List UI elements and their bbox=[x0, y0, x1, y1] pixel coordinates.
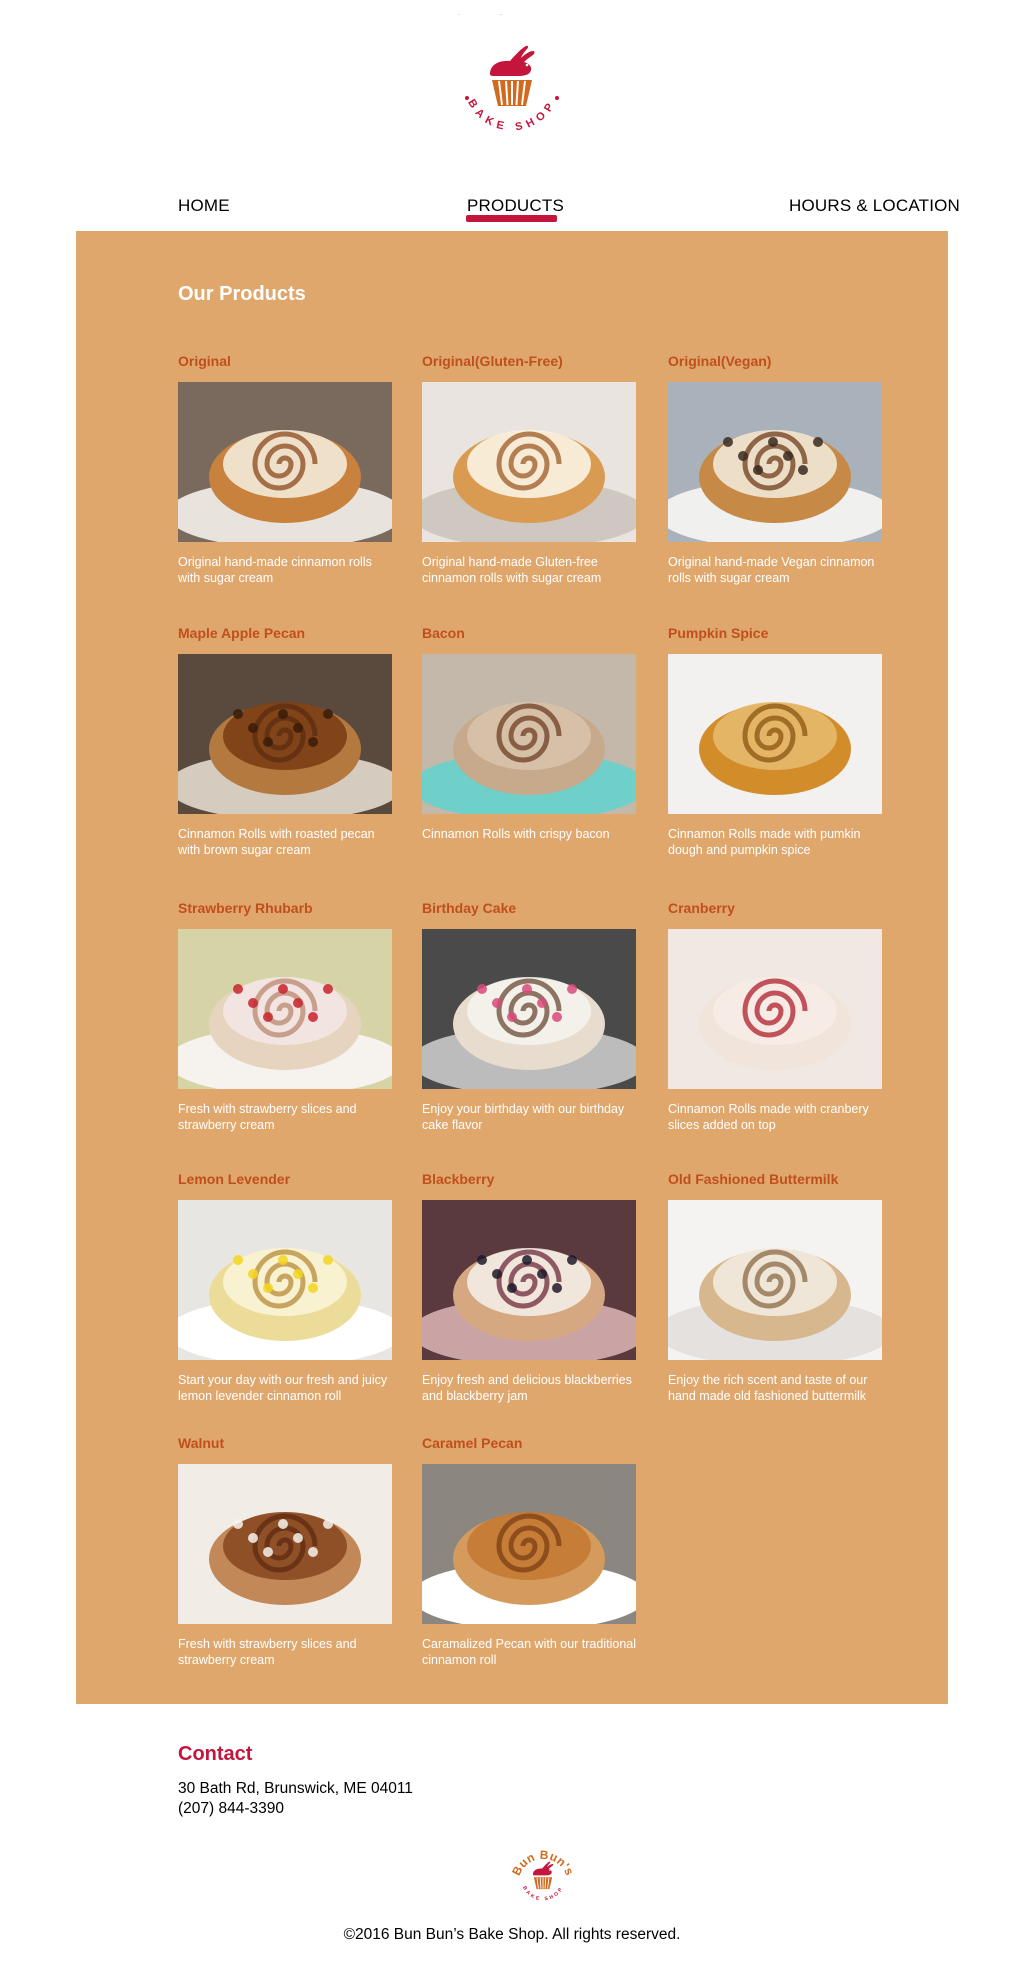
product-description: Fresh with strawberry slices and strawbe… bbox=[178, 1637, 357, 1667]
product-description: Enjoy the rich scent and taste of our ha… bbox=[668, 1373, 868, 1403]
product-card[interactable]: Bacon Cinnamon Rolls with crispy bacon bbox=[422, 624, 636, 842]
product-image bbox=[668, 382, 882, 542]
product-card[interactable]: Pumpkin Spice Cinnamon Rolls made with pu… bbox=[668, 624, 882, 858]
product-image bbox=[422, 929, 636, 1089]
product-description: Enjoy fresh and delicious blackberries a… bbox=[422, 1373, 632, 1403]
logo-name-text: Bun Bun's bbox=[440, 14, 509, 20]
product-image bbox=[422, 382, 636, 542]
product-description: Caramalized Pecan with our traditional c… bbox=[422, 1637, 636, 1667]
product-description: Cinnamon Rolls made with cranbery slices… bbox=[668, 1102, 869, 1132]
product-image bbox=[178, 654, 392, 814]
product-card[interactable]: Maple Apple Pecan Cinnamon Rolls with roa… bbox=[178, 624, 392, 858]
product-name[interactable]: Walnut bbox=[178, 1434, 392, 1452]
product-card[interactable]: Caramel Pecan Caramalized Pecan with our … bbox=[422, 1434, 636, 1668]
contact-address: 30 Bath Rd, Brunswick, ME 04011 bbox=[178, 1780, 413, 1797]
product-image bbox=[668, 929, 882, 1089]
product-image bbox=[178, 382, 392, 542]
product-card[interactable]: Blackberry Enjoy fresh and delicious blac… bbox=[422, 1170, 636, 1404]
copyright-text: ©2016 Bun Bun’s Bake Shop. All rights re… bbox=[343, 1926, 681, 1943]
product-image bbox=[422, 654, 636, 814]
product-card[interactable]: Old Fashioned Buttermilk Enjoy the rich s… bbox=[668, 1170, 882, 1404]
product-card[interactable]: Strawberry Rhubarb Fresh with strawberry … bbox=[178, 899, 392, 1133]
product-card[interactable]: Cranberry Cinnamon Rolls made with cranbe… bbox=[668, 899, 882, 1133]
product-name[interactable]: Birthday Cake bbox=[422, 899, 636, 917]
product-name[interactable]: Caramel Pecan bbox=[422, 1434, 636, 1452]
product-image bbox=[422, 1464, 636, 1624]
nav-home-link[interactable]: HOME bbox=[178, 196, 230, 216]
product-name[interactable]: Original bbox=[178, 352, 392, 370]
product-card[interactable]: Original(Vegan) Original hand-made Vegan … bbox=[668, 352, 882, 586]
product-description: Original hand-made Vegan cinnamon rolls … bbox=[668, 555, 875, 585]
product-name[interactable]: Maple Apple Pecan bbox=[178, 624, 392, 642]
logo-top[interactable]: Bun Bun's BAKE SHOP bbox=[440, 14, 584, 158]
product-card[interactable]: Birthday Cake Enjoy your birthday with ou… bbox=[422, 899, 636, 1133]
product-name[interactable]: Lemon Levender bbox=[178, 1170, 392, 1188]
product-description: Cinnamon Rolls made with pumkin dough an… bbox=[668, 827, 861, 857]
product-card[interactable]: Original Original hand-made cinnamon roll… bbox=[178, 352, 392, 586]
logo-footer[interactable]: Bun Bun's BAKE SHOP bbox=[510, 1847, 576, 1913]
product-name[interactable]: Bacon bbox=[422, 624, 636, 642]
product-card[interactable]: Walnut Fresh with strawberry slices and s… bbox=[178, 1434, 392, 1668]
product-name[interactable]: Old Fashioned Buttermilk bbox=[668, 1170, 882, 1188]
nav-active-indicator bbox=[466, 215, 557, 222]
product-image bbox=[422, 1200, 636, 1360]
product-description: Original hand-made Gluten-free cinnamon … bbox=[422, 555, 602, 585]
contact-phone: (207) 844-3390 bbox=[178, 1800, 284, 1817]
product-image bbox=[668, 654, 882, 814]
product-image bbox=[178, 1200, 392, 1360]
product-name[interactable]: Pumpkin Spice bbox=[668, 624, 882, 642]
product-description: Enjoy your birthday with our birthday ca… bbox=[422, 1102, 625, 1132]
product-name[interactable]: Original(Vegan) bbox=[668, 352, 882, 370]
product-name[interactable]: Original(Gluten-Free) bbox=[422, 352, 636, 370]
product-name[interactable]: Cranberry bbox=[668, 899, 882, 917]
product-name[interactable]: Blackberry bbox=[422, 1170, 636, 1188]
product-description: Start your day with our fresh and juicy … bbox=[178, 1373, 388, 1403]
contact-title: Contact bbox=[178, 1743, 253, 1765]
product-description: Cinnamon Rolls with crispy bacon bbox=[422, 827, 610, 841]
product-name[interactable]: Strawberry Rhubarb bbox=[178, 899, 392, 917]
product-card[interactable]: Lemon Levender Start your day with our fr… bbox=[178, 1170, 392, 1404]
product-description: Cinnamon Rolls with roasted pecan with b… bbox=[178, 827, 375, 857]
product-image bbox=[668, 1200, 882, 1360]
product-image bbox=[178, 929, 392, 1089]
nav-products-link[interactable]: PRODUCTS bbox=[467, 196, 564, 216]
products-title: Our Products bbox=[178, 283, 306, 305]
product-description: Original hand-made cinnamon rolls with s… bbox=[178, 555, 372, 585]
products-section: Our Products Original Original hand-made … bbox=[76, 231, 948, 1704]
product-image bbox=[178, 1464, 392, 1624]
nav-hours-location-link[interactable]: HOURS & LOCATION bbox=[789, 196, 960, 216]
product-description: Fresh with strawberry slices and strawbe… bbox=[178, 1102, 357, 1132]
product-card[interactable]: Original(Gluten-Free) Original hand-made … bbox=[422, 352, 636, 586]
